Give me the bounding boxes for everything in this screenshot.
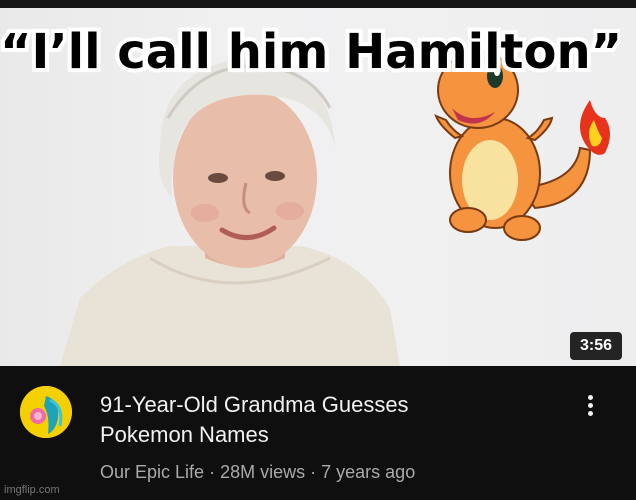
upload-age: 7 years ago [321,462,416,482]
video-title-line1: 91-Year-Old Grandma Guesses [100,392,409,417]
svg-text:“I’ll call him Hamilton”: “I’ll call him Hamilton” [0,24,620,80]
video-metadata: Our Epic Life · 28M views · 7 years ago [100,460,540,484]
video-title-line2: Pokemon Names [100,422,269,447]
channel-avatar[interactable] [20,386,72,438]
video-thumbnail[interactable]: “I’ll call him Hamilton” 3:56 [0,8,636,366]
meta-separator: · [310,462,317,482]
top-bar [0,0,636,8]
watermark: imgflip.com [4,484,60,496]
duration-badge: 3:56 [570,332,622,360]
channel-name[interactable]: Our Epic Life [100,462,204,482]
video-title[interactable]: 91-Year-Old Grandma Guesses Pokemon Name… [100,390,560,450]
more-vert-icon[interactable] [578,392,602,422]
view-count: 28M views [220,462,306,482]
thumbnail-caption: “I’ll call him Hamilton” [0,20,620,84]
meta-separator: · [209,462,216,482]
